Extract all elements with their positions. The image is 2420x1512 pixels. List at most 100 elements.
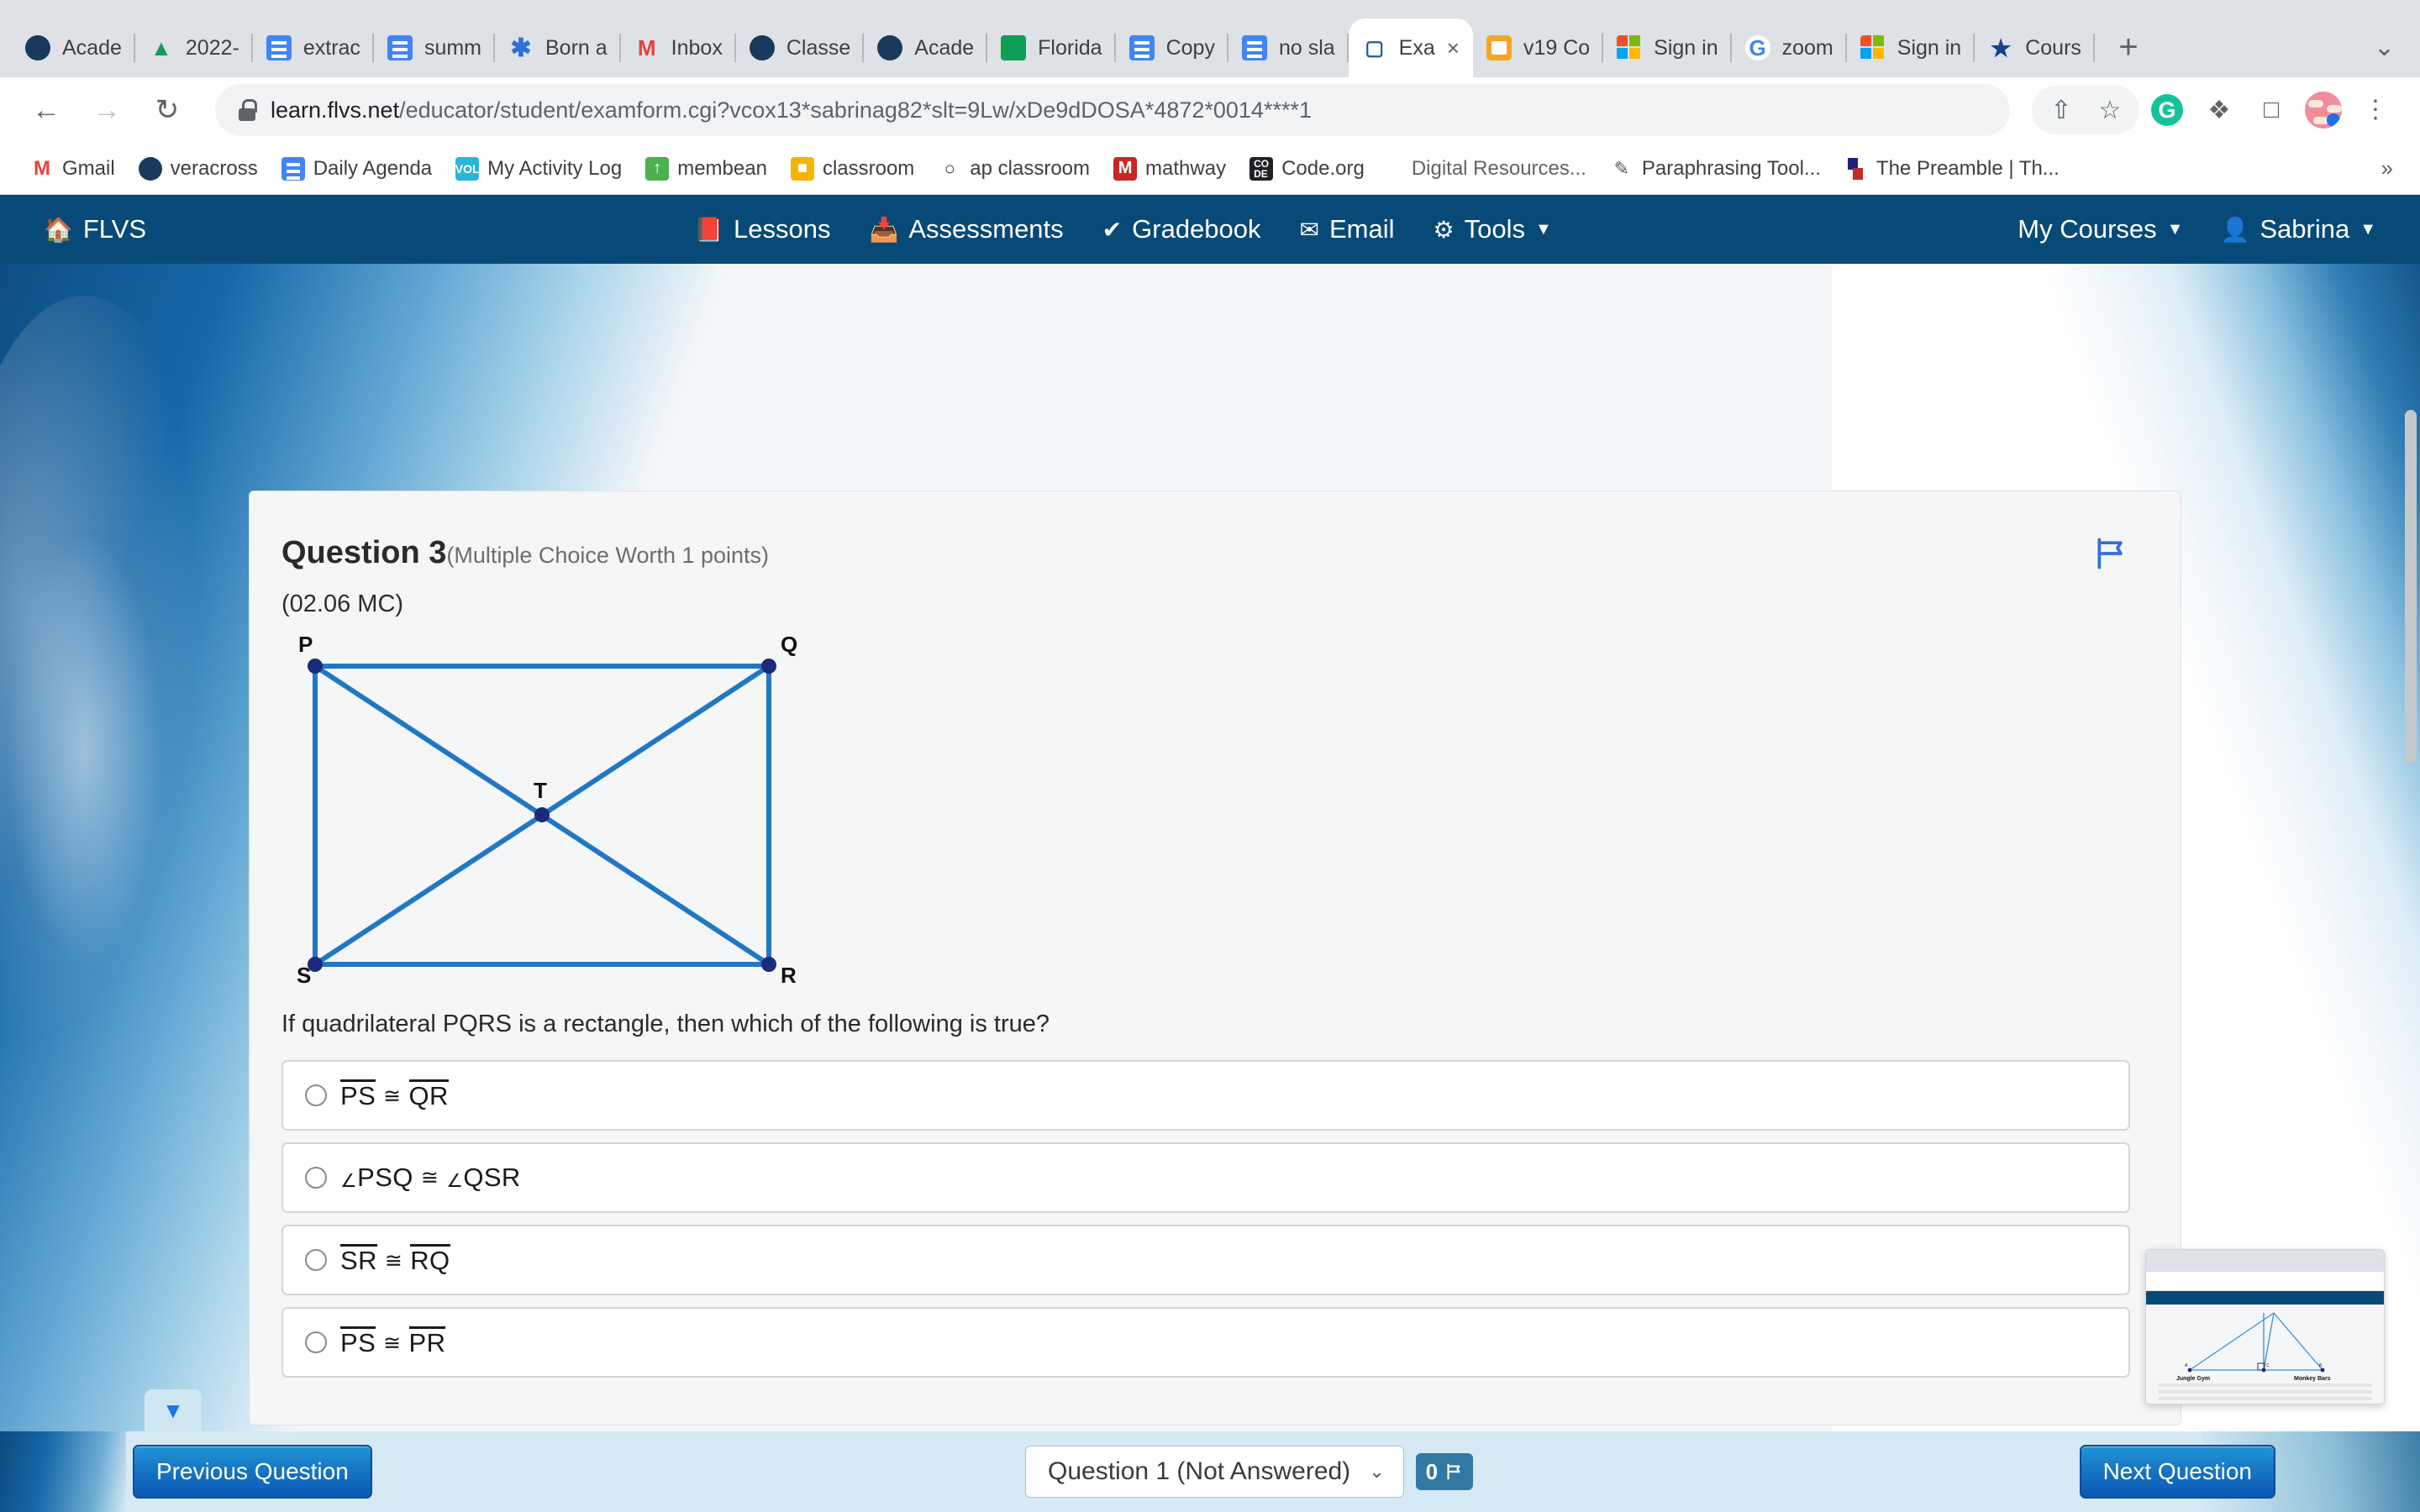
bookmark-item[interactable]: VOL My Activity Log [444, 152, 634, 186]
tab-label: zoom [1782, 36, 1833, 60]
browser-tab[interactable]: Acade [864, 18, 987, 77]
thumbnail-text-lines [2158, 1380, 2372, 1400]
browser-tab[interactable]: Sign in [1847, 18, 1975, 77]
bookmark-item[interactable]: M Gmail [18, 152, 127, 186]
next-question-button[interactable]: Next Question [2080, 1445, 2275, 1499]
browser-menu-icon[interactable]: ⋮ [2351, 86, 2400, 134]
flag-icon[interactable] [2093, 535, 2130, 572]
browser-tab-active[interactable]: ▢ Exa × [1349, 18, 1473, 77]
circle-dark-icon [25, 35, 50, 60]
user-menu[interactable]: 👤 Sabrina ▼ [2220, 214, 2376, 244]
bookmark-label: My Activity Log [487, 157, 622, 181]
radio-button[interactable] [305, 1167, 327, 1189]
page-title: Question 3 [281, 535, 446, 570]
nav-item-email[interactable]: ✉ Email [1300, 214, 1395, 244]
classroom-icon: ■ [791, 157, 814, 181]
address-bar[interactable]: learn.flvs.net/educator/student/examform… [215, 84, 2010, 136]
question-select-value: Question 1 (Not Answered) [1048, 1457, 1350, 1486]
angle-label: QSR [463, 1163, 520, 1192]
flvs-navbar: 🏠 FLVS 📕 Lessons 📥 Assessments ✔ Gradebo… [0, 195, 2420, 264]
bookmarks-overflow-icon[interactable]: » [2381, 155, 2402, 181]
nav-label: Tools [1465, 214, 1525, 244]
tab-label: Acade [62, 36, 122, 60]
answer-choice-a[interactable]: PS ≅ QR [281, 1060, 2130, 1131]
bookmark-item[interactable]: CODE Code.org [1238, 152, 1376, 186]
browser-tab[interactable]: Copy [1116, 18, 1228, 77]
bookmark-item[interactable]: The Preamble | Th... [1833, 152, 2071, 186]
tab-label: Exa [1399, 36, 1435, 60]
browser-tab[interactable]: v19 Co [1473, 18, 1603, 77]
reload-button[interactable]: ↻ [141, 84, 193, 136]
page-thumbnail-preview[interactable]: ABC Jungle GymMonkey Bars [2145, 1249, 2385, 1404]
browser-tab[interactable]: no slа [1228, 18, 1349, 77]
brand-label: FLVS [83, 214, 146, 244]
segment-label: RQ [410, 1244, 450, 1275]
browser-tab[interactable]: ✱ Born a [495, 18, 621, 77]
bookmark-item[interactable]: veracross [127, 152, 270, 186]
bookmark-item[interactable]: Daily Agenda [270, 152, 444, 186]
svg-text:B: B [2319, 1363, 2323, 1368]
scrollbar-thumb[interactable] [2405, 410, 2417, 763]
nav-item-lessons[interactable]: 📕 Lessons [694, 214, 830, 244]
bookmark-item[interactable]: ○ ap classroom [926, 152, 1102, 186]
browser-tab[interactable]: ▲ 2022- [135, 18, 253, 77]
bookmark-label: Daily Agenda [313, 157, 432, 181]
collapse-toolbar-button[interactable]: ▼ [145, 1389, 202, 1431]
browser-tab[interactable]: M Inbox [621, 18, 736, 77]
mathway-icon: M [1113, 157, 1137, 181]
bookmark-label: The Preamble | Th... [1876, 157, 2060, 181]
side-panel-icon[interactable]: □ [2247, 86, 2296, 134]
flvs-logo[interactable]: 🏠 FLVS [0, 214, 146, 244]
answer-choice-d[interactable]: PS ≅ PR [281, 1307, 2130, 1378]
tab-label: Cours [2025, 36, 2081, 60]
grammarly-extension-icon[interactable]: G [2143, 86, 2191, 134]
answer-choice-b[interactable]: ∠PSQ ≅ ∠QSR [281, 1142, 2130, 1213]
flvs-icon: ▢ [1362, 35, 1387, 60]
browser-tab[interactable]: Acade [12, 18, 135, 77]
extensions-icon[interactable]: ❖ [2195, 86, 2244, 134]
svg-text:C: C [2266, 1363, 2270, 1368]
previous-question-button[interactable]: Previous Question [133, 1445, 372, 1499]
gear-icon: ⚙ [1434, 216, 1455, 244]
flagged-count-badge[interactable]: 0 [1416, 1453, 1473, 1490]
browser-tab[interactable]: summ [374, 18, 495, 77]
radio-button[interactable] [305, 1249, 327, 1271]
share-icon[interactable]: ⇧ [2037, 86, 2086, 134]
question-select[interactable]: Question 1 (Not Answered) ⌄ [1025, 1446, 1404, 1498]
bookmark-item[interactable]: ↑ membean [634, 152, 779, 186]
nav-label: Email [1329, 214, 1395, 244]
nav-item-gradebook[interactable]: ✔ Gradebook [1102, 214, 1261, 244]
browser-tab[interactable]: extrac [253, 18, 374, 77]
bookmark-star-icon[interactable]: ☆ [2086, 86, 2134, 134]
browser-tab[interactable]: G zoom [1732, 18, 1847, 77]
next-question-wrap: Next Question [2080, 1445, 2275, 1499]
answer-choice-c[interactable]: SR ≅ RQ [281, 1225, 2130, 1295]
segment-label: PS [340, 1326, 376, 1357]
vertex-label-s: S [297, 963, 311, 988]
nav-item-assessments[interactable]: 📥 Assessments [869, 214, 1063, 244]
back-button[interactable]: ← [20, 84, 72, 136]
bookmark-item[interactable]: ✎ Paraphrasing Tool... [1598, 152, 1833, 186]
bookmark-item[interactable]: Digital Resources... [1400, 152, 1598, 186]
segment-label: PS [340, 1079, 376, 1110]
browser-tab[interactable]: Florida [987, 18, 1115, 77]
browser-tab[interactable]: ★ Cours [1975, 18, 2095, 77]
radio-button[interactable] [305, 1331, 327, 1353]
profile-avatar[interactable] [2299, 86, 2348, 134]
bookmark-item[interactable]: ■ classroom [779, 152, 926, 186]
page-scrollbar[interactable] [2405, 276, 2417, 1015]
browser-tab[interactable]: Classe [736, 18, 864, 77]
new-tab-button[interactable]: + [2105, 24, 2152, 71]
chevron-down-icon[interactable]: ⌄ [2374, 33, 2395, 62]
bookmark-label: veracross [171, 157, 258, 181]
browser-tab[interactable]: Sign in [1603, 18, 1731, 77]
nav-item-tools[interactable]: ⚙ Tools ▼ [1434, 214, 1552, 244]
bookmark-item[interactable]: M mathway [1102, 152, 1238, 186]
close-icon[interactable]: × [1447, 37, 1460, 59]
forward-button[interactable]: → [81, 84, 133, 136]
previous-question-wrap: Previous Question [133, 1445, 372, 1499]
my-courses-menu[interactable]: My Courses ▼ [2018, 214, 2183, 244]
inbox-icon: 📥 [869, 216, 898, 244]
radio-button[interactable] [305, 1084, 327, 1106]
bookmark-label: membean [677, 157, 767, 181]
